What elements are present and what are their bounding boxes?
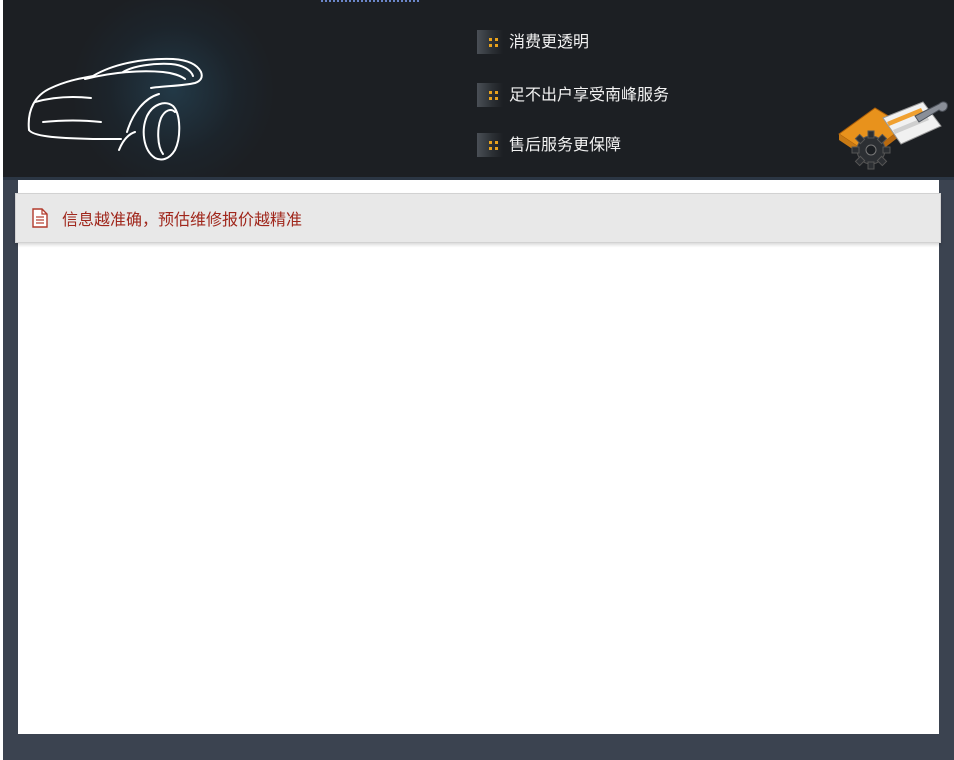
notice-text: 信息越准确，预估维修报价越精准 bbox=[62, 210, 303, 229]
header-banner: 消费更透明 足不出户享受南峰服务 售后服务更保障 bbox=[3, 0, 954, 180]
feature-item-transparent: 消费更透明 bbox=[477, 30, 589, 54]
feature-item-after-sales: 售后服务更保障 bbox=[477, 133, 621, 157]
dots-bullet-icon bbox=[489, 38, 499, 48]
document-icon bbox=[32, 208, 48, 228]
feature-label: 足不出户享受南峰服务 bbox=[509, 85, 670, 104]
feature-tab-marker bbox=[477, 83, 503, 107]
dots-bullet-icon bbox=[489, 141, 499, 151]
banner-top-accent bbox=[321, 0, 421, 2]
car-outline-icon bbox=[27, 57, 203, 161]
feature-tab-marker bbox=[477, 133, 503, 157]
feature-label: 消费更透明 bbox=[509, 32, 590, 51]
dots-bullet-icon bbox=[489, 91, 499, 101]
page: 消费更透明 足不出户享受南峰服务 售后服务更保障 信息越准确，预估维修报价越精准 bbox=[0, 0, 954, 760]
tools-gear-icon bbox=[838, 101, 948, 170]
feature-item-home-service: 足不出户享受南峰服务 bbox=[477, 83, 669, 107]
content-panel bbox=[18, 180, 939, 734]
feature-tab-marker bbox=[477, 30, 503, 54]
feature-label: 售后服务更保障 bbox=[509, 135, 622, 154]
notice-bar: 信息越准确，预估维修报价越精准 bbox=[15, 193, 941, 243]
